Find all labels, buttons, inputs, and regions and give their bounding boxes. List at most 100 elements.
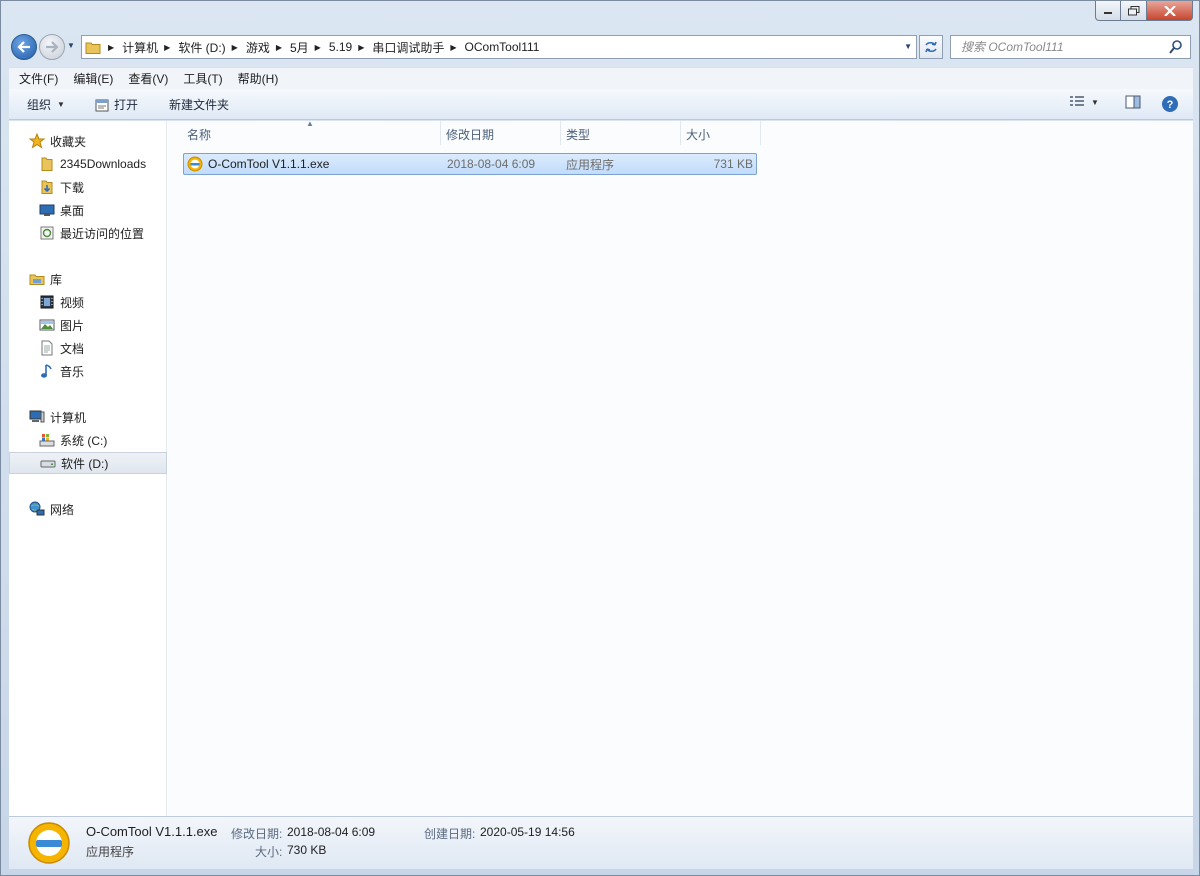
- file-size-cell: 731 KB: [713, 157, 753, 171]
- sidebar-item-drive-d[interactable]: 软件 (D:): [9, 452, 167, 474]
- file-row[interactable]: O-ComTool V1.1.1.exe 2018-08-04 6:09 应用程…: [183, 153, 757, 175]
- sidebar-item-pictures[interactable]: 图片: [9, 314, 167, 336]
- breadcrumb-item[interactable]: 游戏 ▶: [246, 36, 290, 58]
- recent-pages-dropdown[interactable]: ▼: [67, 41, 75, 50]
- sidebar-group-libraries[interactable]: 库: [9, 268, 167, 290]
- library-icon: [29, 271, 45, 287]
- chevron-right-icon[interactable]: ▶: [160, 43, 178, 52]
- help-icon: ?: [1162, 96, 1178, 112]
- sidebar-group-network[interactable]: 网络: [9, 498, 167, 520]
- details-modified-value: 2018-08-04 6:09: [287, 825, 376, 839]
- folder-icon: [82, 36, 104, 58]
- column-header-name[interactable]: ▲ 名称: [182, 119, 441, 145]
- menu-edit[interactable]: 编辑(E): [68, 70, 118, 87]
- picture-icon: [39, 317, 55, 333]
- preview-pane-button[interactable]: [1125, 95, 1141, 109]
- file-type-cell: 应用程序: [566, 157, 615, 172]
- chevron-right-icon[interactable]: ▶: [228, 43, 246, 52]
- music-note-icon: [39, 363, 55, 379]
- new-folder-button[interactable]: 新建文件夹: [169, 96, 229, 113]
- sidebar-item-label: 图片: [60, 318, 85, 333]
- menu-help[interactable]: 帮助(H): [233, 70, 284, 87]
- back-button[interactable]: [11, 34, 37, 60]
- breadcrumb-item[interactable]: 5.19 ▶: [329, 36, 373, 58]
- breadcrumb-item[interactable]: 串口调试助手 ▶: [372, 36, 464, 58]
- sidebar-item-recent-places[interactable]: 最近访问的位置: [9, 222, 167, 244]
- chevron-right-icon[interactable]: ▶: [272, 43, 290, 52]
- sidebar-group-favorites[interactable]: 收藏夹: [9, 130, 167, 152]
- sidebar-item-downloads[interactable]: 下载: [9, 176, 167, 198]
- column-header-size[interactable]: 大小: [681, 121, 761, 145]
- chevron-down-icon: ▼: [1091, 97, 1099, 107]
- help-button[interactable]: ?: [1161, 95, 1179, 113]
- address-dropdown-icon[interactable]: ▼: [904, 42, 912, 51]
- preview-pane-icon: [1125, 95, 1141, 109]
- title-bar: [1, 1, 1199, 27]
- sidebar-item-label: 桌面: [60, 203, 85, 218]
- video-icon: [39, 294, 55, 310]
- sidebar-item-label: 文档: [60, 341, 85, 356]
- details-created-label: 创建日期:: [424, 827, 476, 841]
- content-area: 收藏夹 2345Downloads 下载 桌面 最近访问的位置 库 视频 图片 …: [9, 119, 1193, 816]
- sidebar-item-music[interactable]: 音乐: [9, 360, 167, 382]
- recent-places-icon: [39, 225, 55, 241]
- app-icon: [187, 156, 203, 172]
- sidebar-group-label: 收藏夹: [50, 134, 87, 149]
- arrow-right-icon: [46, 41, 59, 53]
- details-size-label: 大小:: [255, 845, 283, 859]
- downloads-folder-icon: [39, 179, 55, 195]
- search-icon[interactable]: [1168, 39, 1184, 55]
- breadcrumb-item[interactable]: OComTool111: [465, 36, 542, 58]
- system-drive-icon: [39, 432, 55, 448]
- file-modified-cell: 2018-08-04 6:09: [447, 157, 536, 171]
- menu-bar: 文件(F) 编辑(E) 查看(V) 工具(T) 帮助(H): [9, 67, 1193, 89]
- menu-tools[interactable]: 工具(T): [178, 70, 227, 87]
- sidebar-item-documents[interactable]: 文档: [9, 337, 167, 359]
- chevron-right-icon[interactable]: ▶: [104, 43, 122, 52]
- arrow-left-icon: [17, 41, 30, 53]
- sidebar-item-label: 2345Downloads: [60, 157, 147, 171]
- forward-button[interactable]: [39, 34, 65, 60]
- search-input[interactable]: [951, 36, 1161, 58]
- navigation-bar: ▼ ▶ 计算机 ▶ 软件 (D:) ▶ 游戏 ▶ 5月 ▶ 5.19 ▶ 串口调试助手 ▶ …: [1, 31, 1199, 63]
- change-view-button[interactable]: ▼: [1069, 95, 1099, 109]
- column-header-type[interactable]: 类型: [561, 121, 681, 145]
- refresh-button[interactable]: [919, 35, 943, 59]
- sidebar-item-desktop[interactable]: 桌面: [9, 199, 167, 221]
- sidebar-item-label: 系统 (C:): [60, 433, 108, 448]
- column-headers: ▲ 名称 修改日期 类型 大小: [182, 119, 761, 145]
- breadcrumb-item[interactable]: 5月 ▶: [290, 36, 329, 58]
- app-large-icon: [28, 822, 70, 864]
- minimize-button[interactable]: [1095, 1, 1121, 21]
- sidebar-group-computer[interactable]: 计算机: [9, 406, 167, 428]
- breadcrumb-item[interactable]: 软件 (D:) ▶: [178, 36, 245, 58]
- sidebar-item-drive-c[interactable]: 系统 (C:): [9, 429, 167, 451]
- open-label: 打开: [114, 98, 139, 112]
- sidebar-group-label: 网络: [50, 502, 75, 517]
- sort-ascending-icon: ▲: [306, 119, 314, 128]
- chevron-right-icon[interactable]: ▶: [311, 43, 329, 52]
- computer-icon: [29, 409, 45, 425]
- menu-view[interactable]: 查看(V): [123, 70, 173, 87]
- desktop-icon: [39, 202, 55, 218]
- organize-button[interactable]: 组织 ▼: [27, 96, 65, 113]
- restore-icon: [1127, 5, 1139, 15]
- maximize-button[interactable]: [1121, 1, 1147, 21]
- open-button[interactable]: 打开: [95, 96, 138, 113]
- sidebar-item-2345downloads[interactable]: 2345Downloads: [9, 153, 167, 175]
- sidebar-item-label: 下载: [60, 180, 85, 195]
- network-icon: [29, 501, 45, 517]
- breadcrumb-item[interactable]: 计算机 ▶: [122, 36, 178, 58]
- column-header-modified[interactable]: 修改日期: [441, 121, 561, 145]
- chevron-right-icon[interactable]: ▶: [446, 43, 464, 52]
- close-button[interactable]: [1147, 1, 1193, 21]
- menu-file[interactable]: 文件(F): [14, 70, 63, 87]
- address-bar[interactable]: ▶ 计算机 ▶ 软件 (D:) ▶ 游戏 ▶ 5月 ▶ 5.19 ▶ 串口调试助手 ▶ OC…: [81, 35, 917, 59]
- sidebar-item-label: 音乐: [60, 364, 85, 379]
- sidebar-item-videos[interactable]: 视频: [9, 291, 167, 313]
- new-folder-label: 新建文件夹: [169, 98, 230, 112]
- star-icon: [29, 133, 45, 149]
- search-box[interactable]: [950, 35, 1191, 59]
- chevron-right-icon[interactable]: ▶: [354, 43, 372, 52]
- details-size-value: 730 KB: [287, 843, 327, 857]
